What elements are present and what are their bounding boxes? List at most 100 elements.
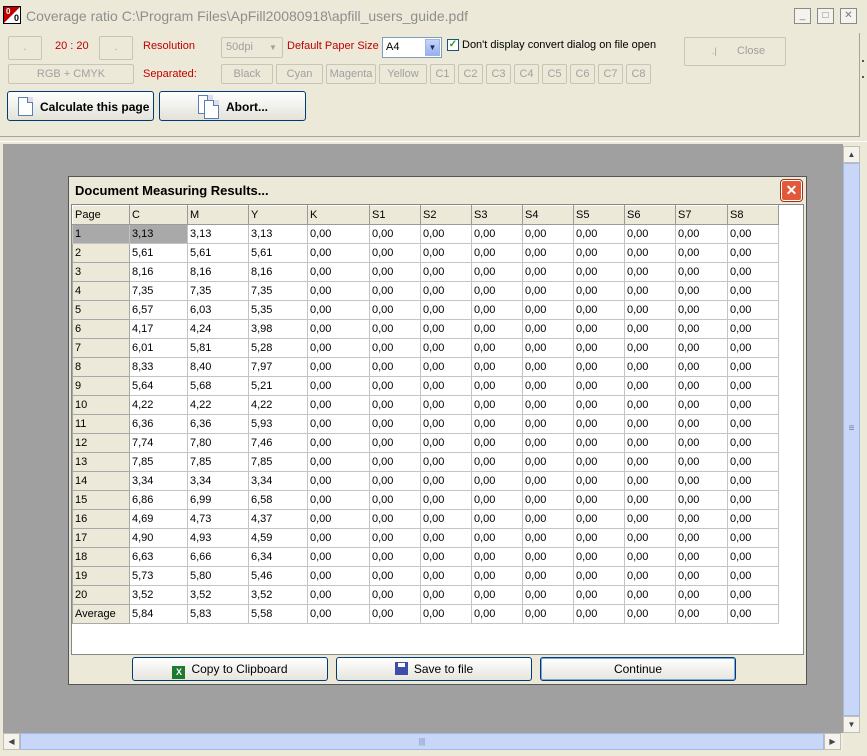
column-header-s2[interactable]: S2	[420, 205, 472, 225]
table-cell[interactable]: 0,00	[624, 357, 676, 377]
table-cell[interactable]: 3,52	[187, 585, 249, 605]
row-label-cell[interactable]: 16	[72, 509, 130, 529]
table-cell[interactable]: 0,00	[471, 604, 523, 624]
table-cell[interactable]: 0,00	[624, 262, 676, 282]
table-cell[interactable]: 0,00	[675, 281, 728, 301]
table-cell[interactable]: 0,00	[420, 585, 472, 605]
table-cell[interactable]: 4,22	[187, 395, 249, 415]
table-cell[interactable]: 4,59	[248, 528, 308, 548]
row-label-cell[interactable]: 3	[72, 262, 130, 282]
table-row[interactable]: Average 5,84 5,83 5,58 0,00 0,00 0,00 0,00 0,00 0…	[72, 604, 779, 624]
table-cell[interactable]: 0,00	[624, 528, 676, 548]
table-cell[interactable]: 0,00	[522, 414, 574, 434]
column-header-s6[interactable]: S6	[624, 205, 676, 225]
table-row[interactable]: 11 6,36 6,36 5,93 0,00 0,00 0,00 0,00 0,00 0,00 0,…	[72, 414, 779, 434]
column-header-s1[interactable]: S1	[369, 205, 421, 225]
table-row[interactable]: 5 6,57 6,03 5,35 0,00 0,00 0,00 0,00 0,00 0,00 0,0…	[72, 300, 779, 320]
table-cell[interactable]: 0,00	[307, 357, 370, 377]
row-label-cell[interactable]: 1	[72, 224, 130, 244]
resolution-dropdown-icon[interactable]: ▼	[266, 40, 280, 55]
row-label-cell[interactable]: 11	[72, 414, 130, 434]
table-cell[interactable]: 0,00	[624, 452, 676, 472]
paper-size-select[interactable]: A4 ▼	[382, 37, 442, 58]
table-cell[interactable]: 0,00	[727, 604, 779, 624]
table-row[interactable]: 4 7,35 7,35 7,35 0,00 0,00 0,00 0,00 0,00 0,00 0,0…	[72, 281, 779, 301]
table-cell[interactable]: 0,00	[522, 452, 574, 472]
table-cell[interactable]: 0,00	[727, 224, 779, 244]
column-header-k[interactable]: K	[307, 205, 370, 225]
table-row[interactable]: 3 8,16 8,16 8,16 0,00 0,00 0,00 0,00 0,00 0,00 0,0…	[72, 262, 779, 282]
table-cell[interactable]: 0,00	[420, 376, 472, 396]
table-row[interactable]: 14 3,34 3,34 3,34 0,00 0,00 0,00 0,00 0,00 0,00 0,…	[72, 471, 779, 491]
table-cell[interactable]: 0,00	[369, 262, 421, 282]
table-cell[interactable]: 0,00	[420, 357, 472, 377]
table-cell[interactable]: 4,73	[187, 509, 249, 529]
table-cell[interactable]: 3,52	[248, 585, 308, 605]
table-row[interactable]: 18 6,63 6,66 6,34 0,00 0,00 0,00 0,00 0,00 0,00 0,…	[72, 547, 779, 567]
table-cell[interactable]: 7,46	[248, 433, 308, 453]
table-cell[interactable]: 0,00	[675, 376, 728, 396]
table-cell[interactable]: 0,00	[727, 433, 779, 453]
table-cell[interactable]: 0,00	[420, 528, 472, 548]
separation-black-button[interactable]: Black	[221, 64, 273, 84]
table-cell[interactable]: 0,00	[522, 224, 574, 244]
table-cell[interactable]: 0,00	[573, 224, 625, 244]
row-label-cell[interactable]: 7	[72, 338, 130, 358]
table-cell[interactable]: 0,00	[573, 547, 625, 567]
separation-c2-button[interactable]: C2	[458, 64, 483, 84]
separation-c6-button[interactable]: C6	[570, 64, 595, 84]
table-row[interactable]: 6 4,17 4,24 3,98 0,00 0,00 0,00 0,00 0,00 0,00 0,0…	[72, 319, 779, 339]
table-cell[interactable]: 6,36	[129, 414, 188, 434]
table-cell[interactable]: 0,00	[675, 452, 728, 472]
table-cell[interactable]: 8,40	[187, 357, 249, 377]
table-cell[interactable]: 0,00	[307, 566, 370, 586]
column-header-m[interactable]: M	[187, 205, 249, 225]
table-cell[interactable]: 5,68	[187, 376, 249, 396]
table-cell[interactable]: 4,22	[129, 395, 188, 415]
table-cell[interactable]: 0,00	[624, 433, 676, 453]
table-cell[interactable]: 0,00	[369, 471, 421, 491]
scroll-left-button[interactable]: ◀	[3, 733, 20, 750]
row-label-cell[interactable]: 10	[72, 395, 130, 415]
table-cell[interactable]: 7,35	[248, 281, 308, 301]
table-cell[interactable]: 0,00	[727, 585, 779, 605]
table-cell[interactable]: 7,80	[187, 433, 249, 453]
close-window-button[interactable]: ✕	[840, 8, 857, 24]
table-cell[interactable]: 0,00	[471, 528, 523, 548]
table-cell[interactable]: 0,00	[573, 471, 625, 491]
table-cell[interactable]: 4,93	[187, 528, 249, 548]
table-cell[interactable]: 0,00	[675, 547, 728, 567]
prev-page-button[interactable]: .	[8, 36, 42, 60]
table-cell[interactable]: 7,35	[129, 281, 188, 301]
table-cell[interactable]: 5,28	[248, 338, 308, 358]
table-cell[interactable]: 0,00	[471, 471, 523, 491]
table-cell[interactable]: 8,33	[129, 357, 188, 377]
table-cell[interactable]: 0,00	[307, 490, 370, 510]
results-grid[interactable]: Page C M Y K S1 S2 S3 S4 S5 S6 S7 S8 1 3,13 3,13 3,13 0,…	[71, 204, 804, 655]
table-cell[interactable]: 0,00	[624, 585, 676, 605]
table-cell[interactable]: 5,81	[187, 338, 249, 358]
table-cell[interactable]: 0,00	[420, 566, 472, 586]
table-row[interactable]: 8 8,33 8,40 7,97 0,00 0,00 0,00 0,00 0,00 0,00 0,0…	[72, 357, 779, 377]
separation-c3-button[interactable]: C3	[486, 64, 511, 84]
row-label-cell[interactable]: Average	[72, 604, 130, 624]
table-cell[interactable]: 0,00	[573, 509, 625, 529]
table-cell[interactable]: 0,00	[471, 414, 523, 434]
table-cell[interactable]: 0,00	[522, 433, 574, 453]
table-cell[interactable]: 0,00	[307, 528, 370, 548]
table-cell[interactable]: 0,00	[369, 604, 421, 624]
table-cell[interactable]: 0,00	[727, 566, 779, 586]
table-cell[interactable]: 5,73	[129, 566, 188, 586]
table-cell[interactable]: 7,74	[129, 433, 188, 453]
table-cell[interactable]: 0,00	[307, 243, 370, 263]
table-cell[interactable]: 0,00	[420, 471, 472, 491]
table-cell[interactable]: 3,34	[248, 471, 308, 491]
table-cell[interactable]: 5,61	[187, 243, 249, 263]
table-cell[interactable]: 0,00	[675, 224, 728, 244]
table-cell[interactable]: 0,00	[307, 376, 370, 396]
separation-cyan-button[interactable]: Cyan	[276, 64, 323, 84]
scroll-down-button[interactable]: ▼	[843, 716, 860, 733]
table-cell[interactable]: 0,00	[624, 566, 676, 586]
dialog-close-icon[interactable]: ✕	[781, 180, 802, 201]
table-cell[interactable]: 0,00	[522, 395, 574, 415]
